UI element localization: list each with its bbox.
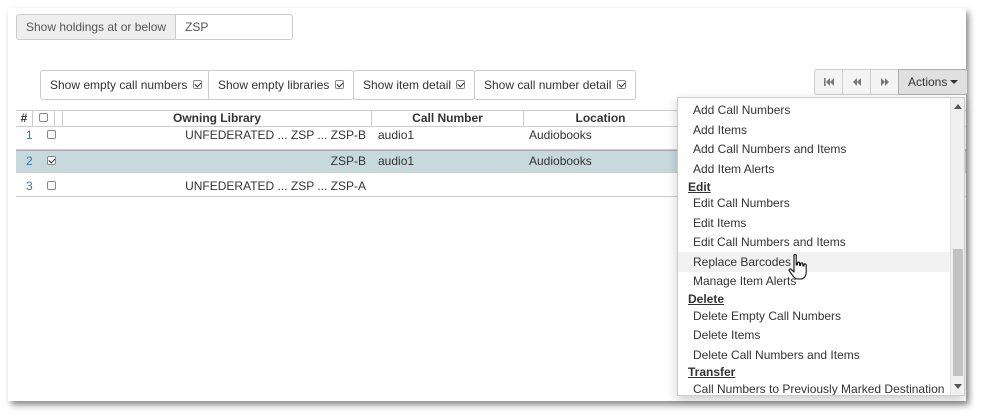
row-owning-library: UNFEDERATED ... ZSP ... ZSP-B: [185, 128, 366, 142]
hand-pointer-cursor-icon: [788, 254, 807, 280]
caret-down-icon: [950, 80, 959, 84]
next-page-icon: [880, 78, 889, 86]
row-call-number: audio1: [378, 128, 415, 142]
menu-item-transfer-call-numbers[interactable]: Call Numbers to Previously Marked Destin…: [678, 379, 950, 395]
menu-header-delete: Delete: [688, 292, 725, 306]
menu-item-edit-call-numbers[interactable]: Edit Call Numbers: [678, 193, 950, 213]
row-number: 2: [26, 154, 33, 168]
row-owning-library: UNFEDERATED ... ZSP ... ZSP-A: [185, 179, 366, 193]
row-number: 1: [26, 128, 33, 142]
toggle-empty-call-numbers-label: Show empty call numbers: [50, 78, 188, 92]
scrollbar-thumb[interactable]: [953, 249, 963, 376]
menu-item-delete-items[interactable]: Delete Items: [678, 325, 950, 345]
holdings-filter-label: Show holdings at or below: [16, 14, 176, 40]
toggle-call-number-detail-label: Show call number detail: [484, 78, 612, 92]
next-page-button[interactable]: [870, 69, 899, 95]
row-checkbox-icon[interactable]: [47, 181, 56, 190]
col-header-select[interactable]: [33, 111, 55, 127]
checkbox-icon[interactable]: [456, 80, 466, 89]
row-number: 3: [26, 179, 33, 193]
holdings-filter-input[interactable]: ZSP: [175, 14, 294, 40]
menu-scrollbar[interactable]: [950, 98, 964, 395]
toggle-item-detail-label: Show item detail: [363, 78, 452, 92]
toggle-empty-call-numbers[interactable]: Show empty call numbers: [40, 70, 212, 100]
toggle-empty-libraries[interactable]: Show empty libraries: [208, 70, 354, 100]
col-header-call-number[interactable]: Call Number: [372, 111, 524, 127]
actions-button-label: Actions: [908, 75, 948, 89]
row-owning-library: ZSP-B: [330, 154, 366, 168]
col-header-spacer: [55, 111, 63, 127]
menu-item-edit-call-numbers-and-items[interactable]: Edit Call Numbers and Items: [678, 232, 950, 252]
row-location: Audiobooks: [529, 154, 592, 168]
col-header-location[interactable]: Location: [524, 111, 678, 127]
holdings-view-panel: Show holdings at or below ZSP Show empty…: [8, 8, 969, 401]
toggle-item-detail[interactable]: Show item detail: [353, 70, 476, 100]
actions-dropdown-menu: Add Call Numbers Add Items Add Call Numb…: [677, 97, 965, 396]
toggle-call-number-detail[interactable]: Show call number detail: [474, 70, 636, 100]
prev-page-button[interactable]: [842, 69, 871, 95]
menu-header-transfer: Transfer: [688, 365, 736, 379]
menu-item-add-call-numbers-and-items[interactable]: Add Call Numbers and Items: [678, 139, 950, 159]
menu-item-manage-item-alerts[interactable]: Manage Item Alerts: [678, 271, 950, 291]
col-header-owning-library[interactable]: Owning Library: [63, 111, 372, 127]
row-checkbox-icon[interactable]: [47, 156, 56, 165]
first-page-icon: [823, 78, 834, 86]
row-location: Audiobooks: [529, 128, 592, 142]
menu-item-add-items[interactable]: Add Items: [678, 120, 950, 140]
menu-item-delete-empty-call-numbers[interactable]: Delete Empty Call Numbers: [678, 306, 950, 326]
menu-item-replace-barcodes[interactable]: Replace Barcodes: [678, 252, 950, 272]
toggle-empty-libraries-label: Show empty libraries: [218, 78, 330, 92]
checkbox-icon[interactable]: [334, 80, 344, 89]
first-page-button[interactable]: [814, 69, 843, 95]
actions-button[interactable]: Actions: [898, 69, 969, 95]
menu-item-add-item-alerts[interactable]: Add Item Alerts: [678, 159, 950, 179]
scroll-up-icon[interactable]: [954, 104, 962, 109]
checkbox-icon[interactable]: [616, 80, 626, 89]
row-checkbox-icon[interactable]: [47, 130, 56, 139]
row-call-number: audio1: [378, 154, 415, 168]
select-all-checkbox-icon[interactable]: [39, 113, 48, 122]
col-header-num: #: [16, 111, 33, 127]
scroll-down-icon[interactable]: [954, 384, 962, 389]
menu-item-edit-items[interactable]: Edit Items: [678, 213, 950, 233]
menu-item-delete-call-numbers-and-items[interactable]: Delete Call Numbers and Items: [678, 345, 950, 365]
menu-item-add-call-numbers[interactable]: Add Call Numbers: [678, 100, 950, 120]
prev-page-icon: [852, 78, 861, 86]
checkbox-icon[interactable]: [192, 80, 202, 89]
pager-and-actions: Actions: [814, 69, 969, 95]
holdings-filter: Show holdings at or below ZSP: [16, 14, 294, 40]
